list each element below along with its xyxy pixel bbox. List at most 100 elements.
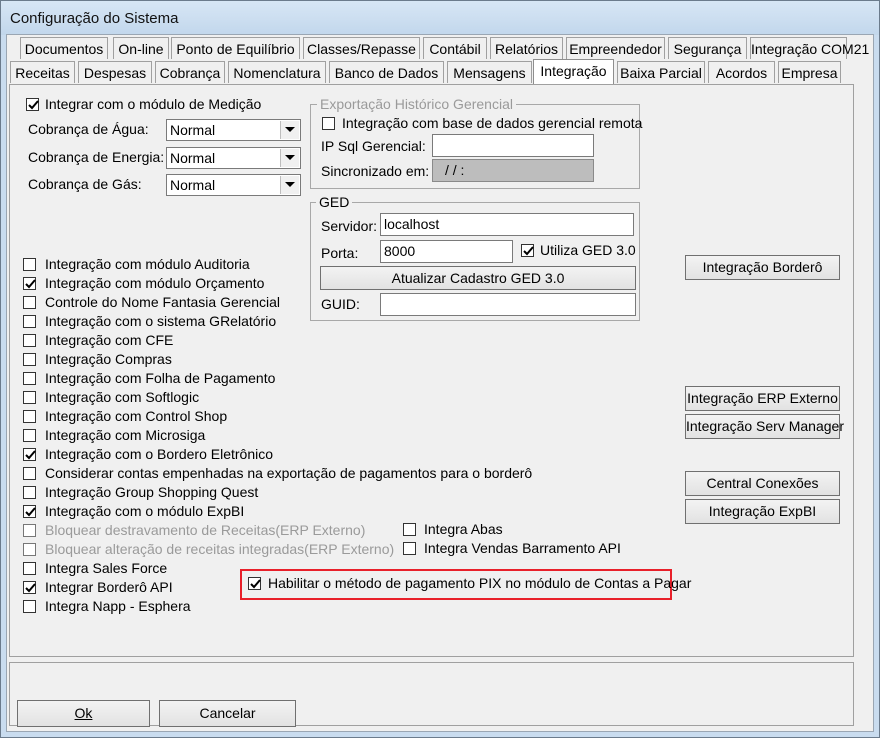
agua-label: Cobrança de Água:	[28, 121, 149, 137]
integra-abas-checkbox[interactable]	[403, 523, 416, 536]
option-label: Bloquear destravamento de Receitas(ERP E…	[45, 522, 366, 538]
option-label: Integração Compras	[45, 351, 172, 367]
integracao-bordero-button[interactable]: Integração Borderô	[685, 255, 840, 280]
chevron-down-icon[interactable]	[280, 176, 299, 194]
integracao-expbi-button[interactable]: Integração ExpBI	[685, 499, 840, 524]
guid-label: GUID:	[321, 296, 360, 312]
option-label: Integração com Softlogic	[45, 389, 200, 405]
tab-ponto-equilibrio[interactable]: Ponto de Equilíbrio	[171, 37, 300, 59]
check-mark-icon	[250, 579, 261, 589]
tab-cobranca[interactable]: Cobrança	[155, 61, 225, 83]
option-label: Integração com CFE	[45, 332, 174, 348]
option-checkbox[interactable]	[23, 334, 36, 347]
tab-integracao-com21[interactable]: Integração COM21	[750, 37, 869, 59]
guid-input[interactable]	[380, 293, 636, 316]
tab-despesas[interactable]: Despesas	[78, 61, 152, 83]
check-mark-icon	[25, 583, 36, 593]
tab-integracao[interactable]: Integração	[533, 59, 614, 84]
option-checkbox[interactable]	[23, 258, 36, 271]
integra-vendas-barramento-label: Integra Vendas Barramento API	[424, 540, 621, 556]
tab-contabil[interactable]: Contábil	[423, 37, 487, 59]
option-checkbox[interactable]	[23, 581, 36, 594]
pix-checkbox[interactable]	[248, 577, 261, 590]
ok-label: Ok	[74, 705, 93, 721]
tab-mensagens[interactable]: Mensagens	[447, 61, 532, 83]
tab-baixa-parcial[interactable]: Baixa Parcial	[617, 61, 705, 83]
tab-banco-de-dados[interactable]: Banco de Dados	[329, 61, 444, 83]
option-label: Integra Sales Force	[45, 560, 168, 576]
option-label: Integração com módulo Orçamento	[45, 275, 265, 291]
medicao-checkbox[interactable]	[26, 98, 39, 111]
integracao-serv-manager-button[interactable]: Integração Serv Manager	[685, 414, 844, 439]
tab-classes-repasse[interactable]: Classes/Repasse	[303, 37, 420, 59]
tab-empreendedor[interactable]: Empreendedor	[566, 37, 665, 59]
central-conexoes-button[interactable]: Central Conexões	[685, 471, 840, 496]
porta-input[interactable]: 8000	[380, 240, 513, 263]
chevron-down-icon[interactable]	[280, 121, 299, 139]
option-checkbox[interactable]	[23, 372, 36, 385]
tab-relatorios[interactable]: Relatórios	[490, 37, 563, 59]
gerencial-remota-label: Integração com base de dados gerencial r…	[342, 115, 643, 131]
check-mark-icon	[523, 246, 534, 256]
check-mark-icon	[25, 450, 36, 460]
option-checkbox[interactable]	[23, 315, 36, 328]
ip-sql-input[interactable]	[432, 134, 594, 157]
option-label: Bloquear alteração de receitas integrada…	[45, 541, 395, 557]
option-label: Considerar contas empenhadas na exportaç…	[45, 465, 533, 481]
gas-label: Cobrança de Gás:	[28, 176, 142, 192]
option-checkbox[interactable]	[23, 467, 36, 480]
utiliza-ged-checkbox[interactable]	[521, 244, 534, 257]
check-mark-icon	[28, 100, 39, 110]
option-checkbox[interactable]	[23, 353, 36, 366]
option-checkbox	[23, 543, 36, 556]
option-checkbox[interactable]	[23, 505, 36, 518]
option-label: Integra Napp - Esphera	[45, 598, 191, 614]
window-title: Configuração do Sistema	[10, 10, 179, 27]
integra-abas-label: Integra Abas	[424, 521, 503, 537]
cancel-button[interactable]: Cancelar	[159, 700, 296, 727]
option-checkbox[interactable]	[23, 486, 36, 499]
porta-label: Porta:	[321, 245, 359, 261]
option-checkbox[interactable]	[23, 429, 36, 442]
servidor-input[interactable]: localhost	[380, 213, 634, 236]
agua-value: Normal	[170, 122, 216, 138]
sincronizado-label: Sincronizado em:	[321, 163, 430, 179]
option-label: Integração com Microsiga	[45, 427, 206, 443]
ok-button[interactable]: Ok	[17, 700, 150, 727]
option-checkbox[interactable]	[23, 562, 36, 575]
tab-empresa[interactable]: Empresa	[778, 61, 841, 83]
option-label: Integração com módulo Auditoria	[45, 256, 250, 272]
option-checkbox[interactable]	[23, 296, 36, 309]
integracao-erp-externo-button[interactable]: Integração ERP Externo	[685, 386, 840, 411]
tab-documentos[interactable]: Documentos	[20, 37, 108, 59]
tab-receitas[interactable]: Receitas	[10, 61, 75, 83]
gerencial-remota-checkbox[interactable]	[322, 117, 335, 130]
option-label: Integração com o módulo ExpBI	[45, 503, 245, 519]
option-checkbox[interactable]	[23, 277, 36, 290]
gas-select[interactable]: Normal	[166, 174, 301, 196]
energia-select[interactable]: Normal	[166, 147, 301, 169]
chevron-down-icon[interactable]	[280, 149, 299, 167]
tab-acordos[interactable]: Acordos	[708, 61, 775, 83]
servidor-label: Servidor:	[321, 218, 378, 234]
sincronizado-value: / / :	[445, 162, 465, 178]
option-label: Integração Group Shopping Quest	[45, 484, 259, 500]
atualizar-ged-button[interactable]: Atualizar Cadastro GED 3.0	[320, 266, 636, 290]
agua-select[interactable]: Normal	[166, 119, 301, 141]
tab-online[interactable]: On-line	[113, 37, 169, 59]
option-checkbox[interactable]	[23, 391, 36, 404]
option-label: Integração com o sistema GRelatório	[45, 313, 277, 329]
title-bar[interactable]: Configuração do Sistema	[1, 1, 879, 35]
option-label: Integração com Folha de Pagamento	[45, 370, 276, 386]
option-label: Controle do Nome Fantasia Gerencial	[45, 294, 281, 310]
ip-sql-label: IP Sql Gerencial:	[321, 138, 426, 154]
tab-nomenclatura[interactable]: Nomenclatura	[228, 61, 326, 83]
option-checkbox[interactable]	[23, 600, 36, 613]
option-checkbox[interactable]	[23, 448, 36, 461]
option-label: Integração com Control Shop	[45, 408, 228, 424]
exportacao-title: Exportação Histórico Gerencial	[317, 96, 516, 112]
option-checkbox[interactable]	[23, 410, 36, 423]
sincronizado-field: / / :	[432, 159, 594, 182]
tab-seguranca[interactable]: Segurança	[668, 37, 747, 59]
integra-vendas-barramento-checkbox[interactable]	[403, 542, 416, 555]
